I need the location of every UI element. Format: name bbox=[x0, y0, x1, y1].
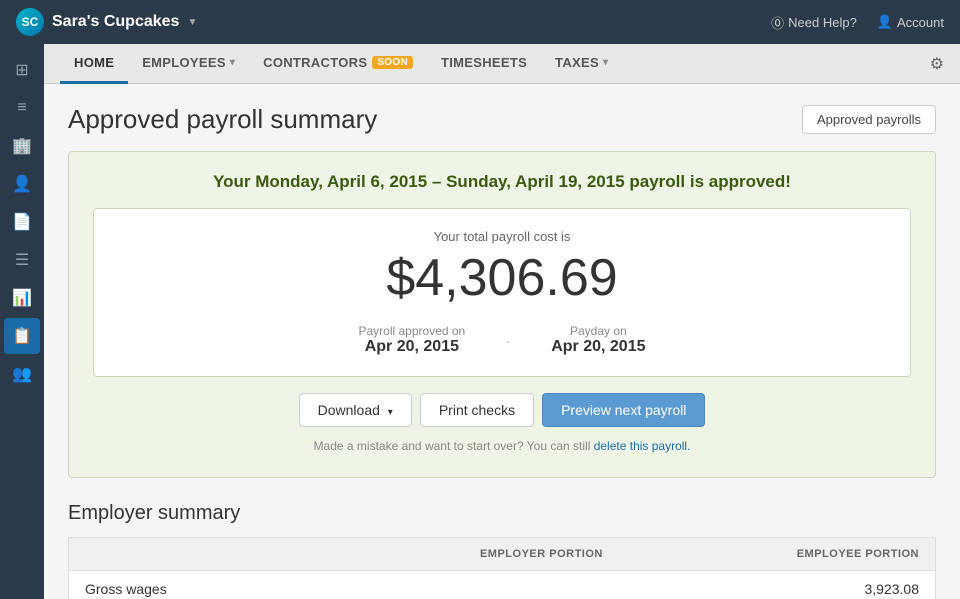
approval-actions: Download ▾ Print checks Preview next pay… bbox=[93, 393, 911, 427]
tab-home[interactable]: HOME bbox=[60, 44, 128, 84]
taxes-dropdown-arrow: ▾ bbox=[603, 57, 608, 68]
approved-payrolls-button[interactable]: Approved payrolls bbox=[802, 105, 936, 134]
brand-logo: SC bbox=[16, 8, 44, 36]
table-header-row: EMPLOYER PORTION EMPLOYEE PORTION bbox=[69, 538, 936, 571]
brand[interactable]: SC Sara's Cupcakes ▼ bbox=[16, 8, 771, 36]
sidebar-item-team[interactable]: 👥 bbox=[4, 356, 40, 392]
sidebar: ⊞ ≡ 🏢 👤 📄 ☰ 📊 📋 👥 bbox=[0, 44, 44, 599]
building-icon: 🏢 bbox=[12, 136, 32, 156]
tab-taxes[interactable]: TAXES ▾ bbox=[541, 44, 622, 84]
help-link[interactable]: ⓪ Need Help? bbox=[771, 13, 857, 32]
employer-summary-title: Employer summary bbox=[68, 502, 936, 525]
tab-contractors[interactable]: CONTRACTORS SOON bbox=[249, 44, 427, 84]
document-icon: 📄 bbox=[12, 212, 32, 232]
preview-next-payroll-button[interactable]: Preview next payroll bbox=[542, 393, 705, 427]
sidebar-item-chart[interactable]: 📊 bbox=[4, 280, 40, 316]
sidebar-item-person[interactable]: 👤 bbox=[4, 166, 40, 202]
payroll-cost-label: Your total payroll cost is bbox=[118, 229, 886, 244]
help-icon: ⓪ bbox=[771, 13, 784, 32]
team-icon: 👥 bbox=[12, 364, 32, 384]
col-employer-header: EMPLOYER PORTION bbox=[302, 538, 619, 571]
tab-bar: HOME EMPLOYEES ▾ CONTRACTORS SOON TIMESH… bbox=[44, 44, 960, 84]
page-content: Approved payroll summary Approved payrol… bbox=[44, 84, 960, 599]
help-label: Need Help? bbox=[788, 15, 857, 30]
table-row: Gross wages 3,923.08 bbox=[69, 571, 936, 599]
row-gross-wages-employee: 3,923.08 bbox=[619, 571, 936, 599]
page-header: Approved payroll summary Approved payrol… bbox=[68, 104, 936, 135]
delete-payroll-link[interactable]: delete this payroll. bbox=[594, 439, 691, 453]
row-gross-wages-label: Gross wages bbox=[69, 571, 303, 599]
sidebar-item-payroll[interactable]: 📋 bbox=[4, 318, 40, 354]
payday-date-value: Apr 20, 2015 bbox=[551, 338, 645, 356]
download-dropdown-arrow: ▾ bbox=[388, 407, 393, 418]
approved-label: Payroll approved on bbox=[358, 324, 465, 338]
col-label-header bbox=[69, 538, 303, 571]
approval-title: Your Monday, April 6, 2015 – Sunday, Apr… bbox=[93, 172, 911, 192]
sidebar-item-checklist[interactable]: ☰ bbox=[4, 242, 40, 278]
employees-dropdown-arrow: ▾ bbox=[230, 57, 235, 68]
row-gross-wages-employer bbox=[302, 571, 619, 599]
payroll-approved-date: Payroll approved on Apr 20, 2015 bbox=[358, 324, 465, 356]
col-employee-header: EMPLOYEE PORTION bbox=[619, 538, 936, 571]
brand-dropdown-arrow[interactable]: ▼ bbox=[187, 17, 197, 28]
approved-date-value: Apr 20, 2015 bbox=[358, 338, 465, 356]
print-checks-button[interactable]: Print checks bbox=[420, 393, 534, 427]
payday-label: Payday on bbox=[551, 324, 645, 338]
tab-employees[interactable]: EMPLOYEES ▾ bbox=[128, 44, 249, 84]
app-body: ⊞ ≡ 🏢 👤 📄 ☰ 📊 📋 👥 HOME bbox=[0, 44, 960, 599]
person-icon: 👤 bbox=[12, 174, 32, 194]
sidebar-item-document[interactable]: 📄 bbox=[4, 204, 40, 240]
restart-note: Made a mistake and want to start over? Y… bbox=[93, 439, 911, 453]
account-link[interactable]: 👤 Account bbox=[877, 14, 944, 30]
payroll-icon: 📋 bbox=[12, 326, 32, 346]
account-label: Account bbox=[897, 15, 944, 30]
checklist-icon: ☰ bbox=[15, 250, 29, 270]
sidebar-item-list[interactable]: ≡ bbox=[4, 90, 40, 126]
payroll-payday-date: Payday on Apr 20, 2015 bbox=[551, 324, 645, 356]
navbar: SC Sara's Cupcakes ▼ ⓪ Need Help? 👤 Acco… bbox=[0, 0, 960, 44]
payroll-dates: Payroll approved on Apr 20, 2015 · Payda… bbox=[118, 324, 886, 356]
sidebar-item-building[interactable]: 🏢 bbox=[4, 128, 40, 164]
page-title: Approved payroll summary bbox=[68, 104, 377, 135]
payroll-amount: $4,306.69 bbox=[118, 248, 886, 308]
dashboard-icon: ⊞ bbox=[15, 60, 28, 80]
settings-icon[interactable]: ⚙ bbox=[930, 54, 944, 74]
content-area: HOME EMPLOYEES ▾ CONTRACTORS SOON TIMESH… bbox=[44, 44, 960, 599]
approval-card: Your Monday, April 6, 2015 – Sunday, Apr… bbox=[68, 151, 936, 478]
date-separator: · bbox=[505, 324, 511, 356]
navbar-right: ⓪ Need Help? 👤 Account bbox=[771, 13, 944, 32]
download-button[interactable]: Download ▾ bbox=[299, 393, 412, 427]
account-icon: 👤 bbox=[877, 14, 893, 30]
restart-text: Made a mistake and want to start over? Y… bbox=[314, 439, 594, 453]
list-icon: ≡ bbox=[17, 99, 26, 117]
chart-icon: 📊 bbox=[12, 288, 32, 308]
brand-name: Sara's Cupcakes bbox=[52, 13, 179, 31]
employer-summary-section: Employer summary EMPLOYER PORTION EMPLOY… bbox=[68, 502, 936, 599]
payroll-amount-box: Your total payroll cost is $4,306.69 Pay… bbox=[93, 208, 911, 377]
contractors-badge: SOON bbox=[372, 56, 413, 69]
tab-timesheets[interactable]: TIMESHEETS bbox=[427, 44, 541, 84]
sidebar-item-dashboard[interactable]: ⊞ bbox=[4, 52, 40, 88]
summary-table: EMPLOYER PORTION EMPLOYEE PORTION Gross … bbox=[68, 537, 936, 599]
